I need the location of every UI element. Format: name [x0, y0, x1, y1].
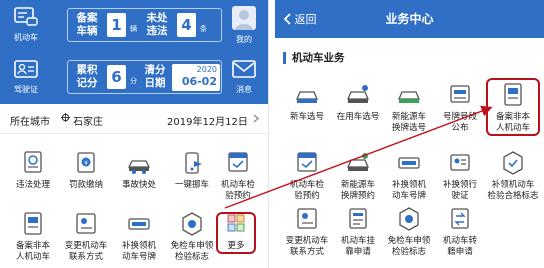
back-button[interactable]: 返回 [283, 11, 317, 27]
back-label: 返回 [294, 13, 317, 26]
change-contact-icon [297, 208, 317, 229]
nav-license[interactable]: 驾驶证 [4, 58, 48, 95]
biz-replace-plate[interactable]: 补换领机 动车号牌 [381, 150, 437, 202]
biz-inspection-booking[interactable]: 机动车检 验预约 [279, 150, 335, 202]
city-bar[interactable]: 所在城市 石家庄 2019年12月12日 [0, 104, 268, 134]
unhandled-violations-label: 未处 违法 [146, 12, 168, 37]
clear-date-day: 06-02 [181, 75, 217, 88]
biz-exempt-sticker-label: 免检车申领 检验标志 [387, 236, 431, 257]
biz-plate-range-label: 号牌号段 公布 [442, 112, 477, 133]
register-highlight-box [486, 78, 540, 136]
biz-ev-booking-label: 新能源车 换牌预约 [340, 180, 375, 201]
chevron-right-icon[interactable] [253, 114, 260, 123]
clear-date-value: 2020 06-02 [172, 64, 220, 91]
nav-vehicle[interactable]: 机动车 [4, 6, 48, 43]
registered-vehicles-label: 备案 车辆 [76, 12, 98, 37]
clear-date-year: 2020 [196, 65, 217, 74]
section-title: 机动车业务 [283, 52, 345, 64]
more-highlight-box [216, 212, 256, 254]
chevron-left-icon [283, 13, 291, 25]
transfer-icon [451, 208, 469, 229]
inspection-booking-icon [297, 152, 317, 172]
biz-transfer-label: 机动车转 籍申请 [442, 236, 477, 257]
vehicle-summary-row: 机动车 备案 车辆 1 辆 未处 违法 4 条 我的 [0, 0, 268, 50]
biz-affiliation[interactable]: 机动车挂 靠申请 [330, 206, 386, 258]
service-inspection-booking[interactable]: 机动车检 验预约 [207, 150, 268, 202]
biz-ev-plate-label: 新能源车 换牌选号 [391, 112, 426, 133]
biz-ev-plate[interactable]: 新能源车 换牌选号 [381, 82, 437, 134]
biz-replace-license[interactable]: 补换领行 驶证 [432, 150, 488, 202]
title-bar: 业务中心 返回 [275, 0, 544, 38]
biz-ev-booking[interactable]: 新能源车 换牌预约 [330, 150, 386, 202]
biz-transfer[interactable]: 机动车转 籍申请 [432, 206, 488, 258]
biz-replace-license-label: 补换领行 驶证 [442, 180, 477, 201]
biz-new-car-number[interactable]: 新车选号 [279, 82, 335, 123]
biz-exempt-sticker[interactable]: 免检车申领 检验标志 [381, 206, 437, 258]
svg-text:¥: ¥ [84, 160, 88, 167]
exempt-sticker-icon [399, 207, 419, 231]
fine-payment-icon: ¥ [77, 152, 95, 173]
nav-messages[interactable]: 消息 [222, 58, 266, 95]
license-card-icon [14, 60, 38, 78]
nav-license-label: 驾驶证 [14, 85, 38, 94]
biz-inspection-sticker-label: 补领机动车 检验合格标志 [487, 180, 539, 201]
current-date: 2019年12月12日 [167, 117, 248, 128]
affiliation-icon [349, 208, 367, 229]
biz-change-contact[interactable]: 变更机动车 联系方式 [279, 206, 335, 258]
vehicle-stats-card[interactable]: 备案 车辆 1 辆 未处 违法 4 条 [67, 8, 222, 42]
new-car-number-icon [296, 91, 318, 103]
license-summary-row: 驾驶证 累积 记分 6 分 清分 日期 2020 06-02 消息 [0, 52, 268, 102]
nav-vehicle-label: 机动车 [14, 33, 38, 42]
city-label: 所在城市 [10, 117, 50, 128]
nav-messages-label: 消息 [236, 85, 252, 94]
biz-used-car-number[interactable]: 在用车选号 [330, 82, 386, 123]
biz-change-contact-label: 变更机动车 联系方式 [285, 236, 329, 257]
register-vehicle-icon [24, 212, 42, 235]
location-icon [61, 113, 70, 122]
summary-header: 机动车 备案 车辆 1 辆 未处 违法 4 条 我的 驾驶证 累积 记分 6 分… [0, 0, 268, 104]
home-screen: 机动车 备案 车辆 1 辆 未处 违法 4 条 我的 驾驶证 累积 记分 6 分… [0, 0, 269, 268]
violation-icon [24, 151, 42, 173]
biz-inspection-booking-label: 机动车检 验预约 [289, 180, 324, 201]
move-car-icon [185, 152, 202, 174]
plate-range-icon [450, 85, 470, 103]
change-contact-icon [76, 213, 96, 234]
city-name[interactable]: 石家庄 [73, 113, 103, 128]
accumulated-points-count: 6 [107, 65, 126, 89]
biz-inspection-sticker[interactable]: 补领机动车 检验合格标志 [482, 150, 544, 202]
biz-used-car-number-label: 在用车选号 [336, 112, 380, 122]
biz-plate-range[interactable]: 号牌号段 公布 [432, 82, 488, 134]
biz-new-car-number-label: 新车选号 [289, 112, 324, 122]
replace-license-icon [450, 154, 470, 171]
exempt-sticker-icon [182, 212, 202, 236]
car-dashboard-icon [14, 7, 38, 26]
unhandled-violations-unit: 条 [200, 25, 207, 33]
accumulated-points-unit: 分 [130, 77, 137, 85]
envelope-icon [232, 60, 256, 78]
inspection-sticker-icon [503, 151, 523, 175]
unhandled-violations-count: 4 [177, 13, 196, 37]
biz-affiliation-label: 机动车挂 靠申请 [340, 236, 375, 257]
replace-plate-icon [128, 218, 150, 230]
inspection-booking-icon [228, 152, 248, 172]
nav-mine-label: 我的 [236, 35, 252, 44]
registered-vehicles-count: 1 [107, 13, 126, 37]
replace-plate-icon [398, 157, 420, 169]
registered-vehicles-unit: 辆 [130, 25, 137, 33]
avatar-icon [232, 6, 256, 30]
nav-mine[interactable]: 我的 [222, 6, 266, 45]
ev-plate-icon [398, 91, 420, 103]
clear-date-label: 清分 日期 [144, 64, 166, 89]
accident-icon [127, 160, 151, 174]
used-car-number-icon [347, 85, 369, 103]
ev-booking-icon [347, 153, 369, 171]
biz-replace-plate-label: 补换领机 动车号牌 [391, 180, 426, 201]
license-stats-card[interactable]: 累积 记分 6 分 清分 日期 2020 06-02 [67, 60, 222, 94]
service-inspection-booking-label: 机动车检 验预约 [220, 180, 255, 201]
accumulated-points-label: 累积 记分 [76, 64, 98, 89]
business-center-screen: 业务中心 返回 机动车业务 新车选号 在用车选号 新能源车 换牌选号 号牌号段 … [275, 0, 544, 268]
